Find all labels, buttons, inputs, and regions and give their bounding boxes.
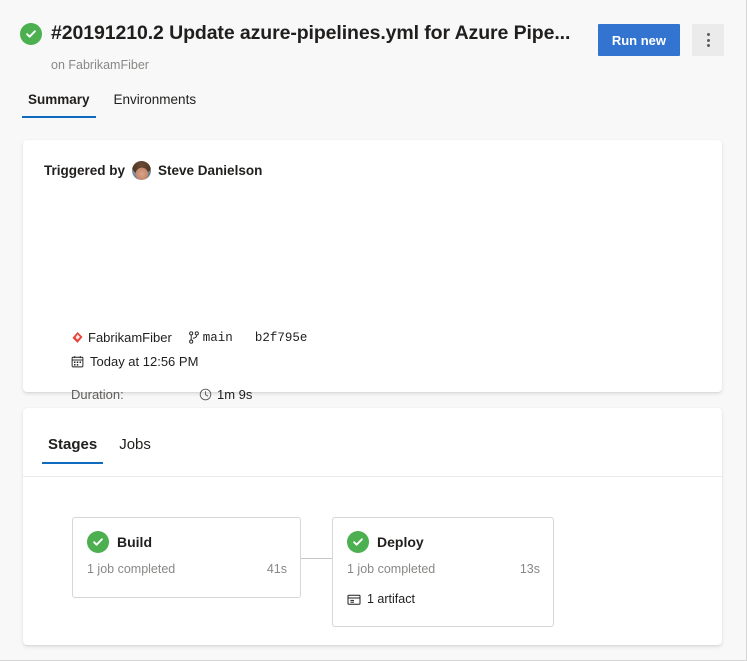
azure-repos-icon xyxy=(71,331,84,344)
branch-group[interactable]: main xyxy=(188,331,233,345)
tab-stages[interactable]: Stages xyxy=(41,432,104,464)
artifact-icon xyxy=(347,593,361,606)
commit-hash[interactable]: b2f795e xyxy=(255,331,308,345)
stage-name: Build xyxy=(117,534,152,550)
branch-icon xyxy=(188,331,200,344)
run-new-button[interactable]: Run new xyxy=(597,24,680,56)
stage-card-build[interactable]: Build 1 job completed 41s xyxy=(72,517,301,598)
stage-duration: 13s xyxy=(519,562,540,576)
tab-environments[interactable]: Environments xyxy=(106,88,205,118)
triggered-by-user: Steve Danielson xyxy=(158,163,263,178)
dot xyxy=(706,33,710,36)
page-header: #20191210.2 Update azure-pipelines.yml f… xyxy=(0,0,746,84)
calendar-icon xyxy=(71,355,84,368)
stage-subline: 1 job completed 13s xyxy=(347,562,540,576)
tab-jobs[interactable]: Jobs xyxy=(112,432,158,464)
detail-label: Duration: xyxy=(71,387,124,402)
stage-artifact-row[interactable]: 1 artifact xyxy=(347,592,415,606)
main-tabs: Summary Environments xyxy=(20,88,204,118)
detail-value: 1m 9s xyxy=(199,387,252,402)
stage-connector xyxy=(301,558,332,559)
stage-graph: Build 1 job completed 41s Deploy 1 job c… xyxy=(23,477,722,645)
repo-meta-row: FabrikamFiber main b2f795e xyxy=(71,330,307,345)
summary-card: Triggered by Steve Danielson FabrikamFib… xyxy=(23,140,722,494)
check-circle-icon xyxy=(347,531,369,553)
stages-card: Stages Jobs Build 1 job completed 41s De… xyxy=(23,408,722,645)
date-row: Today at 12:56 PM xyxy=(71,354,198,369)
triggered-by-row: Triggered by Steve Danielson xyxy=(44,161,262,180)
repo-name[interactable]: FabrikamFiber xyxy=(88,330,172,345)
dot xyxy=(706,44,710,47)
stage-duration: 41s xyxy=(266,562,287,576)
stage-jobs-text: 1 job completed xyxy=(87,562,176,576)
triggered-by-label: Triggered by xyxy=(44,163,126,178)
check-circle-icon xyxy=(87,531,109,553)
page-title: #20191210.2 Update azure-pipelines.yml f… xyxy=(51,22,571,44)
dot xyxy=(706,38,710,42)
branch-name: main xyxy=(202,330,233,345)
stage-header: Deploy xyxy=(347,531,424,553)
pipeline-run-page: #20191210.2 Update azure-pipelines.yml f… xyxy=(0,0,746,660)
tab-summary[interactable]: Summary xyxy=(20,88,98,118)
detail-row-duration: Duration: 1m 9s xyxy=(71,383,371,406)
stage-artifact-text: 1 artifact xyxy=(367,592,415,606)
duration-value: 1m 9s xyxy=(217,387,253,402)
clock-icon xyxy=(199,388,212,401)
avatar xyxy=(132,161,152,180)
title-row: #20191210.2 Update azure-pipelines.yml f… xyxy=(20,22,570,45)
stage-jobs-text: 1 job completed xyxy=(347,562,436,576)
pipeline-subtitle: on FabrikamFiber xyxy=(51,58,149,72)
run-date: Today at 12:56 PM xyxy=(90,354,199,369)
more-vertical-icon[interactable] xyxy=(692,24,724,56)
stages-tabs: Stages Jobs xyxy=(41,432,158,464)
stage-card-deploy[interactable]: Deploy 1 job completed 13s 1 artifact xyxy=(332,517,554,627)
stage-subline: 1 job completed 41s xyxy=(87,562,287,576)
stage-name: Deploy xyxy=(377,534,424,550)
stage-header: Build xyxy=(87,531,152,553)
check-circle-icon xyxy=(20,22,42,45)
